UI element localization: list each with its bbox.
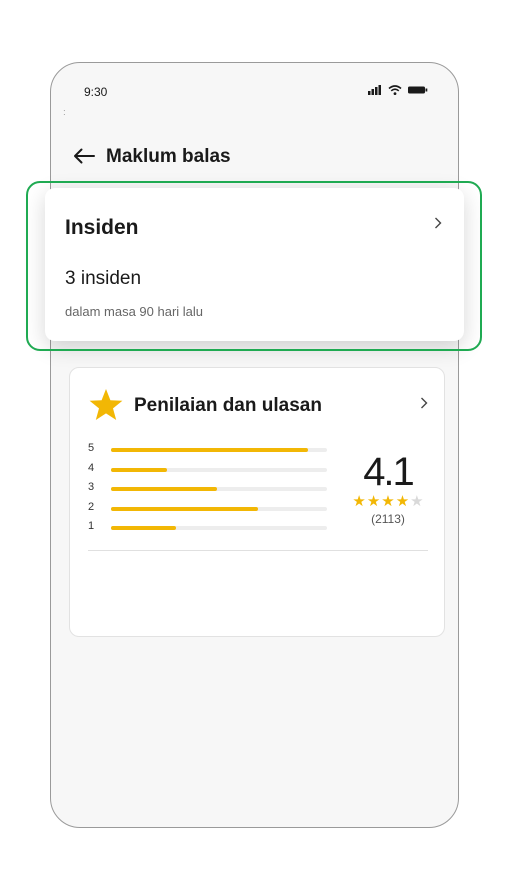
page-title: Maklum balas xyxy=(106,146,231,167)
rating-bar-row: 1 xyxy=(88,520,328,540)
stars-row: ★ ★ ★ ★ ★ xyxy=(346,494,430,509)
arrow-left-icon xyxy=(73,148,95,169)
highlight-outline xyxy=(26,181,482,351)
rating-bar-track xyxy=(111,506,327,511)
phone-frame: 9:30 ː Maklum balas Penilaian dan ulasan… xyxy=(50,62,459,828)
rating-title: Penilaian dan ulasan xyxy=(134,395,322,416)
rating-bar-label: 3 xyxy=(88,481,95,493)
divider xyxy=(88,550,428,551)
wifi-icon xyxy=(388,85,402,95)
rating-bar-row: 3 xyxy=(88,481,328,501)
battery-icon xyxy=(408,85,428,95)
status-time: 9:30 xyxy=(84,85,108,99)
rating-bar-row: 2 xyxy=(88,501,328,521)
header: Maklum balas xyxy=(51,141,458,177)
star-filled-icon: ★ xyxy=(395,493,410,510)
chevron-right-icon xyxy=(420,396,428,414)
status-bar: 9:30 xyxy=(51,63,458,113)
rating-bar-track xyxy=(111,526,327,530)
rating-bar-label: 2 xyxy=(88,500,95,513)
star-filled-icon: ★ xyxy=(352,493,366,510)
review-count: (2113) xyxy=(371,512,405,526)
rating-bar-track xyxy=(111,448,327,452)
rating-bar-fill xyxy=(111,448,308,452)
star-icon xyxy=(88,388,124,427)
status-icons xyxy=(368,85,428,95)
rating-bar-track xyxy=(111,487,327,491)
rating-bar-label: 4 xyxy=(88,461,95,474)
rating-bar-label: 5 xyxy=(88,442,95,454)
rating-card: Penilaian dan ulasan 54321 4.1 ★ ★ ★ ★ ★ (21… xyxy=(69,367,445,637)
rating-bar-fill xyxy=(111,487,217,491)
signal-icon xyxy=(368,85,382,95)
rating-score: 4.1 xyxy=(363,450,415,494)
rating-bar-row: 5 xyxy=(88,442,328,462)
star-empty-icon: ★ xyxy=(410,493,424,510)
rating-bar-fill xyxy=(111,506,258,511)
score-box: 4.1 ★ ★ ★ ★ ★ (2113) xyxy=(346,450,430,526)
rating-distribution: 5 4 3 2 1 xyxy=(88,442,328,540)
rating-header[interactable]: Penilaian dan ulasan xyxy=(88,386,428,426)
stage: 9:30 ː Maklum balas Penilaian dan ulasan… xyxy=(0,0,509,890)
rating-bar-fill xyxy=(111,526,176,530)
rating-bar-row: 4 xyxy=(88,462,328,482)
back-button[interactable] xyxy=(71,145,97,171)
small-mark: ː xyxy=(63,107,66,117)
rating-bar-track xyxy=(111,467,327,472)
rating-bar-label: 1 xyxy=(88,520,95,532)
star-filled-icon: ★ xyxy=(366,493,381,510)
star-filled-icon: ★ xyxy=(381,493,395,510)
rating-bar-fill xyxy=(111,467,168,472)
